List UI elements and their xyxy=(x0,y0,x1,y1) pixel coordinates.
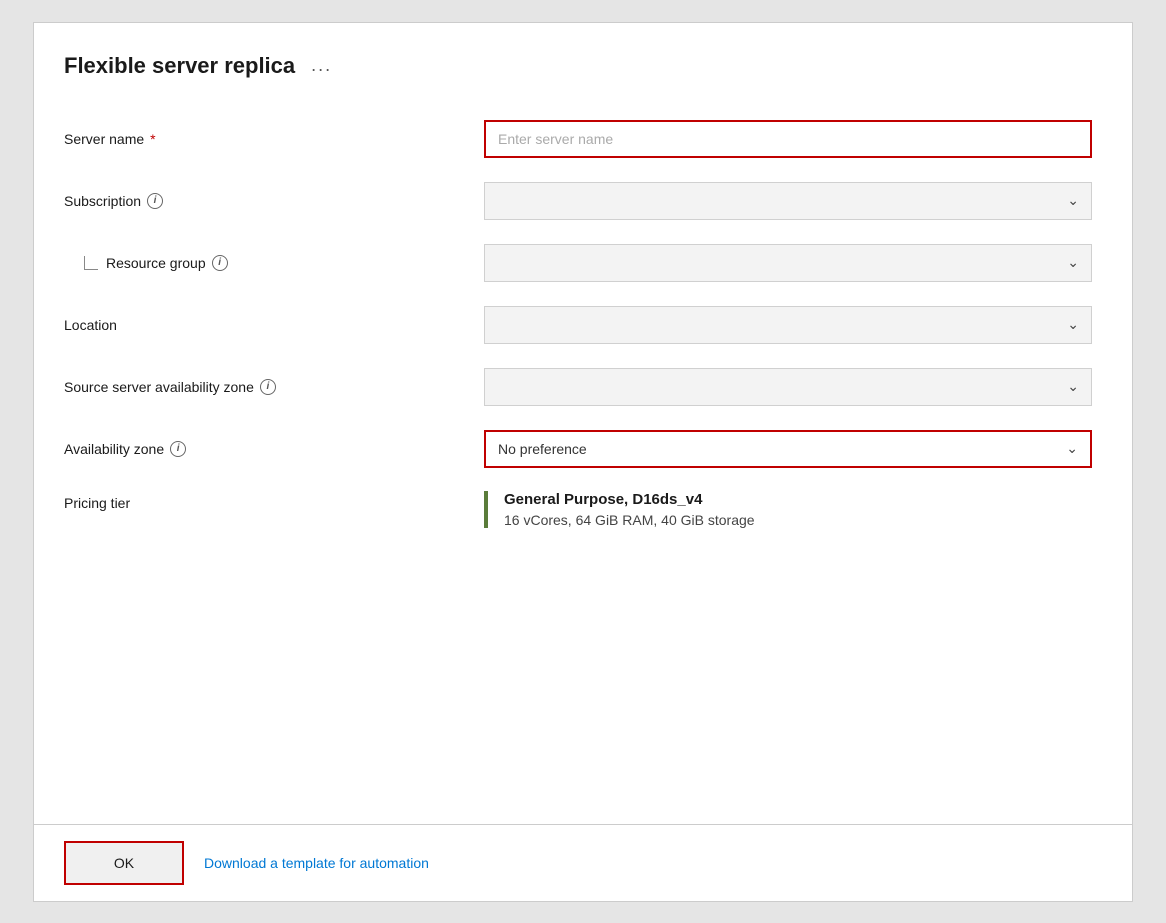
subscription-info-icon[interactable]: i xyxy=(147,193,163,209)
server-name-label: Server name * xyxy=(64,131,484,147)
source-az-chevron-icon: ⌄ xyxy=(1067,378,1079,395)
subscription-chevron-icon: ⌄ xyxy=(1067,192,1079,209)
resource-group-control: ⌄ xyxy=(484,244,1092,282)
resource-group-dropdown[interactable]: ⌄ xyxy=(484,244,1092,282)
availability-zone-value: No preference xyxy=(498,441,587,457)
location-chevron-icon: ⌄ xyxy=(1067,316,1079,333)
subscription-row: Subscription i ⌄ xyxy=(64,181,1092,221)
source-availability-zone-dropdown[interactable]: ⌄ xyxy=(484,368,1092,406)
template-download-link[interactable]: Download a template for automation xyxy=(204,855,429,871)
dialog-body: Flexible server replica ... Server name … xyxy=(34,23,1132,824)
server-name-row: Server name * xyxy=(64,119,1092,159)
dialog-title-row: Flexible server replica ... xyxy=(64,53,1092,79)
source-availability-zone-row: Source server availability zone i ⌄ xyxy=(64,367,1092,407)
location-row: Location ⌄ xyxy=(64,305,1092,345)
pricing-tier-value: General Purpose, D16ds_v4 16 vCores, 64 … xyxy=(484,491,1092,528)
subscription-dropdown[interactable]: ⌄ xyxy=(484,182,1092,220)
location-control: ⌄ xyxy=(484,306,1092,344)
source-az-info-icon[interactable]: i xyxy=(260,379,276,395)
subscription-label: Subscription i xyxy=(64,193,484,209)
az-info-icon[interactable]: i xyxy=(170,441,186,457)
required-indicator: * xyxy=(150,131,155,147)
flexible-server-replica-dialog: Flexible server replica ... Server name … xyxy=(33,22,1133,902)
az-chevron-icon: ⌄ xyxy=(1066,440,1078,457)
server-name-input[interactable] xyxy=(484,120,1092,158)
availability-zone-control: No preference ⌄ xyxy=(484,430,1092,468)
source-availability-zone-control: ⌄ xyxy=(484,368,1092,406)
ok-button[interactable]: OK xyxy=(64,841,184,885)
subscription-control: ⌄ xyxy=(484,182,1092,220)
dialog-footer: OK Download a template for automation xyxy=(34,824,1132,901)
resource-group-label-container: Resource group i xyxy=(64,255,484,271)
resource-group-row: Resource group i ⌄ xyxy=(64,243,1092,283)
availability-zone-row: Availability zone i No preference ⌄ xyxy=(64,429,1092,469)
source-availability-zone-label: Source server availability zone i xyxy=(64,379,484,395)
server-name-control xyxy=(484,120,1092,158)
dialog-title: Flexible server replica xyxy=(64,53,295,79)
pricing-tier-row: Pricing tier General Purpose, D16ds_v4 1… xyxy=(64,491,1092,531)
availability-zone-label: Availability zone i xyxy=(64,441,484,457)
pricing-tier-detail: 16 vCores, 64 GiB RAM, 40 GiB storage xyxy=(504,512,1092,528)
availability-zone-dropdown[interactable]: No preference ⌄ xyxy=(484,430,1092,468)
ellipsis-button[interactable]: ... xyxy=(307,53,336,78)
pricing-tier-name: General Purpose, D16ds_v4 xyxy=(504,491,1092,508)
indent-connector xyxy=(84,256,98,270)
resource-group-info-icon[interactable]: i xyxy=(212,255,228,271)
location-dropdown[interactable]: ⌄ xyxy=(484,306,1092,344)
pricing-tier-label: Pricing tier xyxy=(64,491,484,511)
resource-group-chevron-icon: ⌄ xyxy=(1067,254,1079,271)
location-label: Location xyxy=(64,317,484,333)
